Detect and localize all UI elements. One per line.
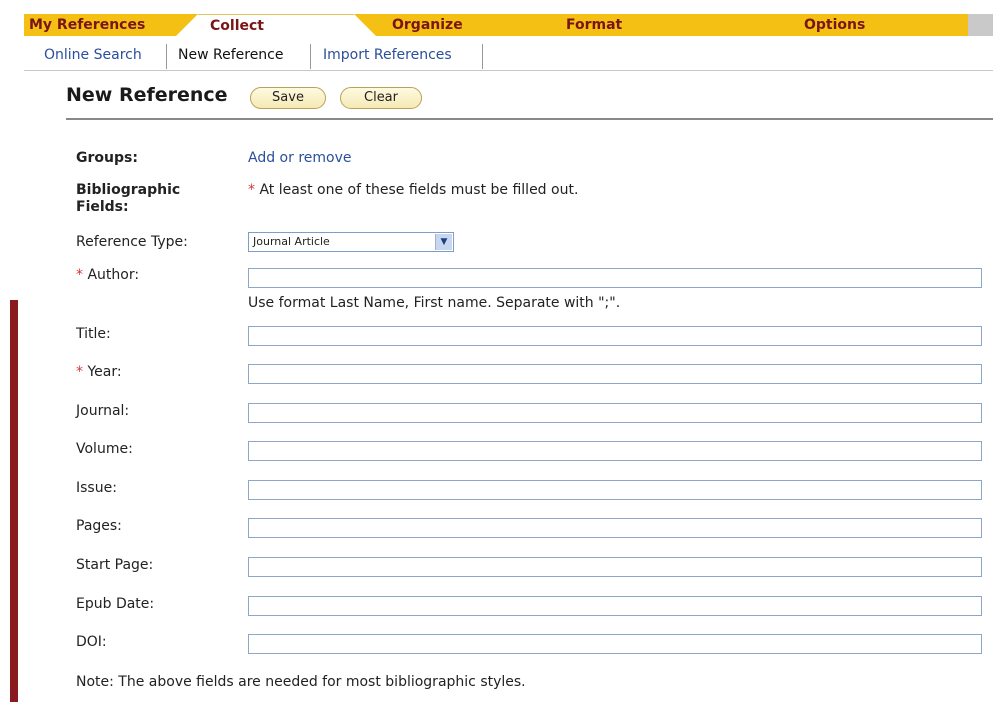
year-label-text: Year:	[87, 364, 122, 380]
subnav-separator	[166, 44, 167, 69]
bibliographic-label-line1: Bibliographic	[76, 182, 181, 198]
required-note-text: At least one of these fields must be fil…	[259, 182, 579, 198]
required-marker: *	[76, 267, 83, 283]
tab-label: Format	[566, 17, 623, 33]
tab-organize[interactable]: Organize	[376, 14, 536, 36]
author-input[interactable]	[248, 268, 982, 288]
footer-note: Note: The above fields are needed for mo…	[76, 674, 526, 690]
left-edge	[0, 0, 24, 702]
epub-date-label: Epub Date:	[76, 596, 155, 612]
tab-label: Organize	[392, 17, 463, 33]
reference-type-label: Reference Type:	[76, 234, 188, 250]
author-label-text: Author:	[87, 267, 140, 283]
reference-type-select[interactable]: Journal Article ▼	[248, 232, 454, 252]
required-marker: *	[76, 364, 83, 380]
required-marker: *	[248, 182, 255, 198]
clear-button[interactable]: Clear	[340, 87, 422, 109]
pages-label: Pages:	[76, 518, 122, 534]
subnav-divider	[24, 70, 993, 71]
reference-type-value: Journal Article	[253, 235, 330, 248]
doi-label: DOI:	[76, 634, 107, 650]
left-accent-stripe	[10, 300, 18, 702]
issue-label: Issue:	[76, 480, 117, 496]
save-button[interactable]: Save	[250, 87, 326, 109]
tab-label: My References	[29, 17, 146, 33]
start-page-input[interactable]	[248, 557, 982, 577]
tab-options[interactable]: Options	[776, 14, 968, 36]
tab-divider	[176, 14, 198, 36]
start-page-label: Start Page:	[76, 557, 154, 573]
main-tab-bar: My References Collect Organize Format Op…	[24, 14, 993, 37]
journal-label: Journal:	[76, 403, 130, 419]
tab-collect[interactable]: Collect	[198, 14, 354, 37]
epub-date-input[interactable]	[248, 596, 982, 616]
journal-input[interactable]	[248, 403, 982, 423]
bibliographic-label-line2: Fields:	[76, 199, 129, 215]
required-note: * At least one of these fields must be f…	[248, 182, 578, 198]
subnav-online-search[interactable]: Online Search	[44, 47, 142, 63]
groups-label: Groups:	[76, 150, 138, 166]
subnav-separator	[310, 44, 311, 69]
tab-label: Collect	[210, 18, 264, 34]
subnav-new-reference[interactable]: New Reference	[178, 47, 284, 63]
tab-my-references[interactable]: My References	[24, 14, 176, 36]
title-label: Title:	[76, 326, 111, 342]
pages-input[interactable]	[248, 518, 982, 538]
volume-input[interactable]	[248, 441, 982, 461]
tab-label: Options	[804, 17, 866, 33]
header-divider	[66, 118, 993, 120]
doi-input[interactable]	[248, 634, 982, 654]
author-format-hint: Use format Last Name, First name. Separa…	[248, 295, 621, 311]
page-title: New Reference	[66, 84, 228, 106]
tab-bar-end	[968, 14, 993, 36]
author-label: * Author:	[76, 267, 139, 283]
year-input[interactable]	[248, 364, 982, 384]
year-label: * Year:	[76, 364, 122, 380]
title-input[interactable]	[248, 326, 982, 346]
subnav-separator	[482, 44, 483, 69]
volume-label: Volume:	[76, 441, 133, 457]
chevron-down-icon[interactable]: ▼	[435, 234, 452, 250]
groups-add-remove-link[interactable]: Add or remove	[248, 150, 352, 166]
issue-input[interactable]	[248, 480, 982, 500]
tab-format[interactable]: Format	[536, 14, 776, 36]
tab-divider	[354, 14, 376, 36]
subnav-import-references[interactable]: Import References	[323, 47, 452, 63]
